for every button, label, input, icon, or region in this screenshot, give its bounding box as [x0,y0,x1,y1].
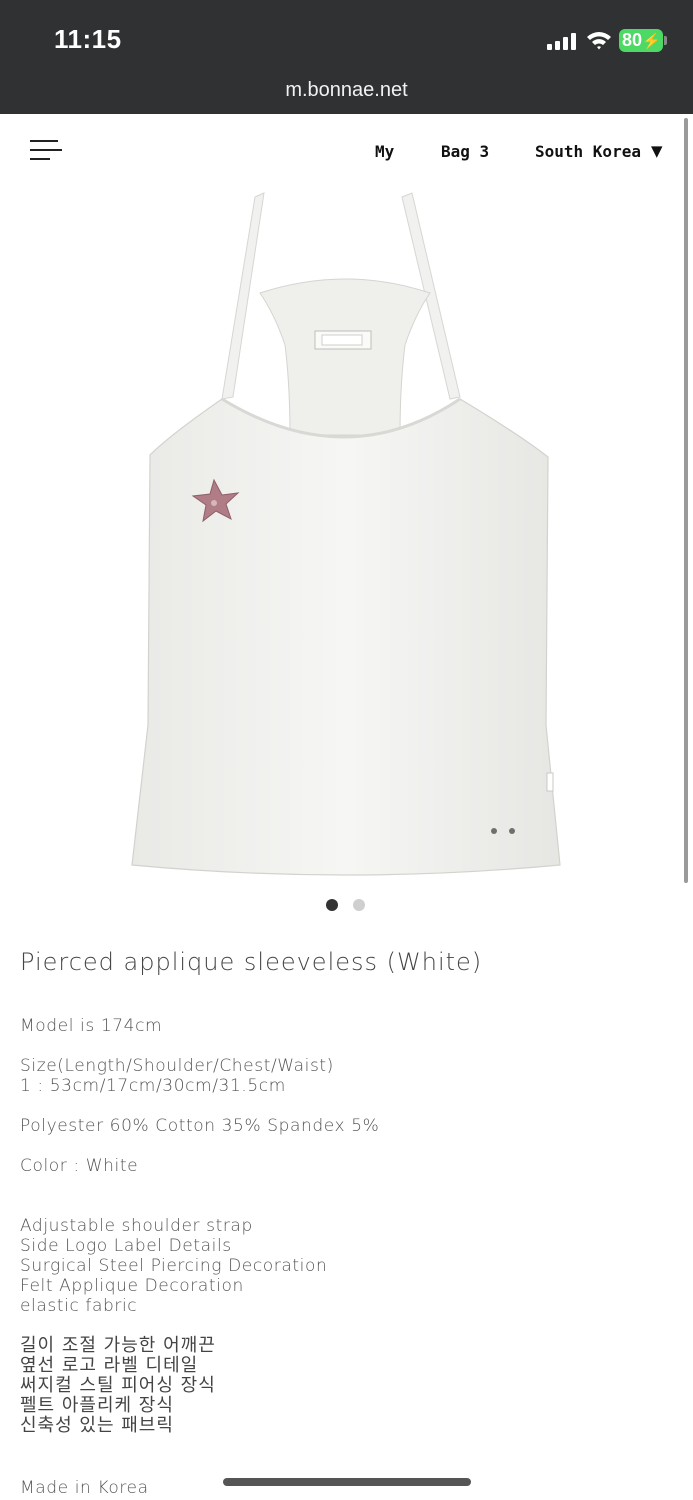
feature-en-item: elastic fabric [20,1296,138,1316]
product-title: Pierced applique sleeveless (White) [20,948,483,976]
feature-ko-item: 길이 조절 가능한 어깨끈 [20,1335,216,1356]
carousel-dot-active[interactable] [326,899,338,911]
region-selector[interactable]: South Korea [535,142,641,161]
carousel-dot[interactable] [353,899,365,911]
feature-en-item: Adjustable shoulder strap [20,1216,253,1236]
product-image[interactable] [110,185,580,885]
feature-en-item: Side Logo Label Details [20,1236,232,1256]
status-time: 11:15 [54,24,122,54]
wifi-icon [587,32,611,50]
feature-ko-item: 펠트 아플리케 장식 [20,1395,174,1416]
nav-my-link[interactable]: My [375,142,394,161]
battery-nub [664,36,667,45]
size-values: 1 : 53cm/17cm/30cm/31.5cm [20,1076,286,1096]
model-info: Model is 174cm [20,1016,163,1036]
battery-level: 80 [622,30,643,50]
feature-ko-item: 신축성 있는 패브릭 [20,1415,174,1436]
browser-chrome: 11:15 80⚡ m.bonnae.net [0,0,693,114]
charging-bolt-icon: ⚡ [642,33,661,50]
hamburger-menu-icon[interactable] [30,139,62,163]
cellular-signal-icon [547,33,577,50]
home-indicator[interactable] [223,1478,471,1486]
address-bar-url[interactable]: m.bonnae.net [0,79,693,102]
size-heading: Size(Length/Shoulder/Chest/Waist) [20,1056,334,1076]
color-info: Color : White [20,1156,139,1176]
origin-info: Made in Korea [20,1478,149,1498]
material-info: Polyester 60% Cotton 35% Spandex 5% [20,1116,380,1136]
nav-bag-link[interactable]: Bag 3 [441,142,489,161]
feature-ko-item: 써지컬 스틸 피어싱 장식 [20,1375,216,1396]
feature-ko-item: 옆선 로고 라벨 디테일 [20,1355,199,1376]
feature-en-item: Surgical Steel Piercing Decoration [20,1256,328,1276]
battery-charging-icon: 80⚡ [619,29,663,52]
caret-down-icon[interactable]: ▼ [651,142,663,160]
page-scrollbar[interactable] [684,118,688,883]
feature-en-item: Felt Applique Decoration [20,1276,244,1296]
